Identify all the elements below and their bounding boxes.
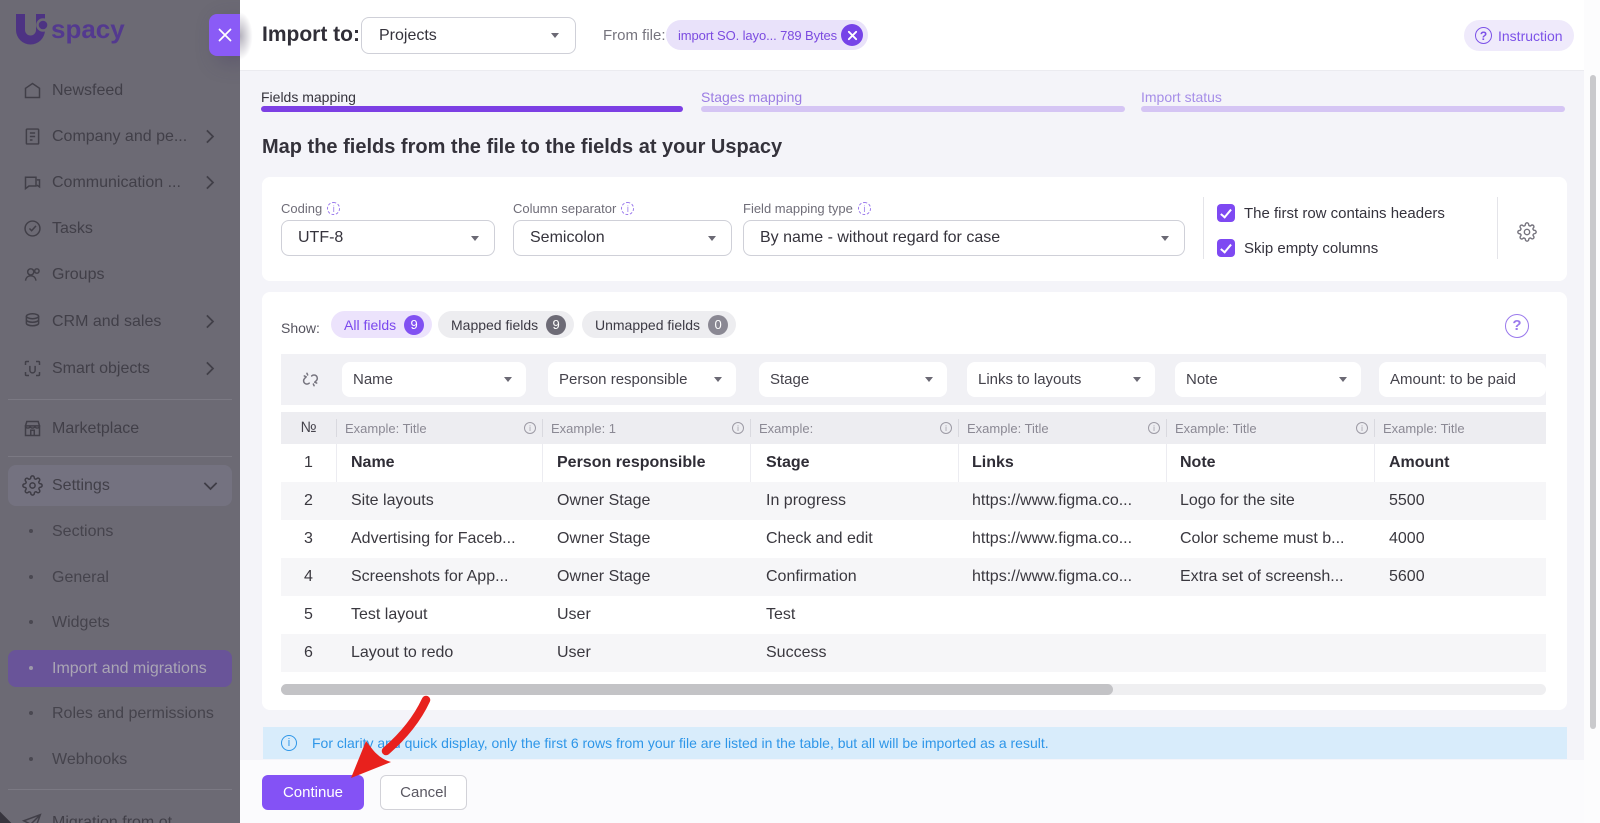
svg-text:spacy: spacy bbox=[51, 14, 125, 44]
